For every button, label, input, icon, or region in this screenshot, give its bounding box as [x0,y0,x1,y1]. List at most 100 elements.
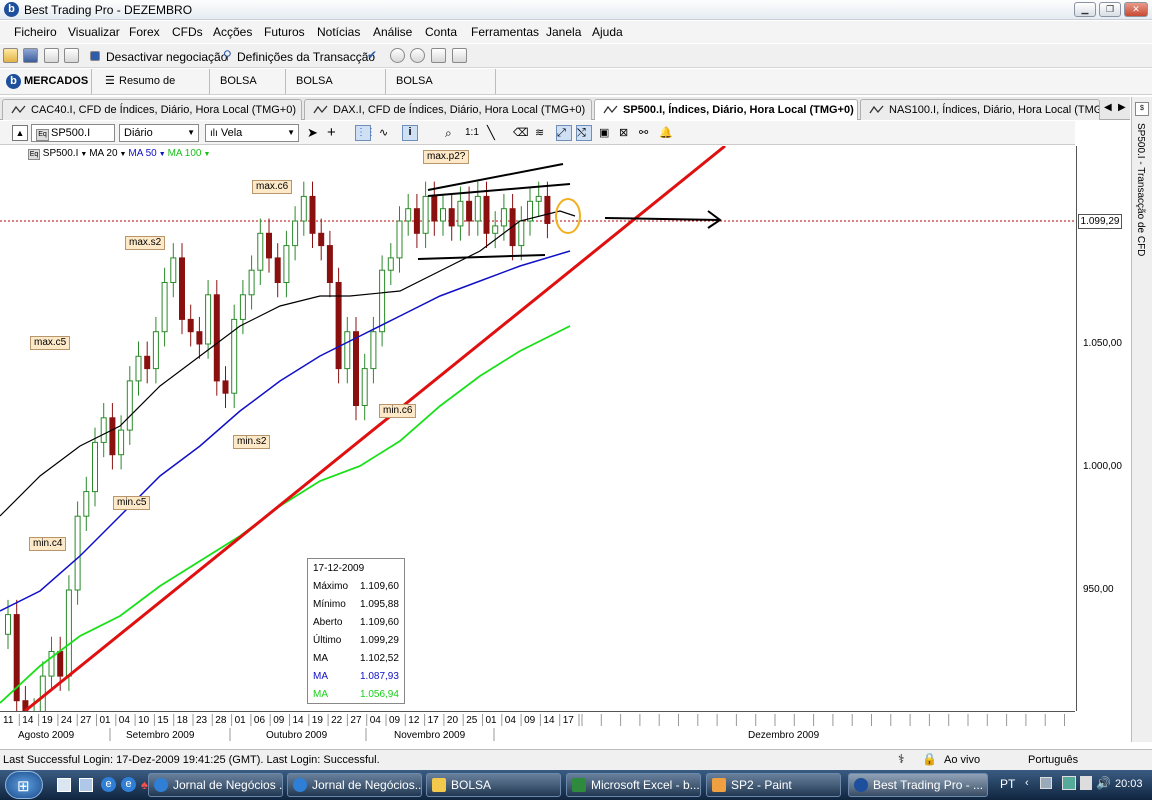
nav-bolsa-europa[interactable]: BOLSA EUROPA [286,69,386,112]
zoom-icon[interactable]: ⌕ [444,125,460,141]
tray-expand-icon[interactable]: ‹ [1025,777,1029,789]
candle-body [457,200,464,227]
open-folder-icon[interactable] [3,48,18,63]
grid-icon[interactable]: ⋮⋮ [355,125,376,141]
switch-windows-icon[interactable] [79,778,93,792]
tray-app-icon[interactable] [1040,777,1052,789]
menu-forex[interactable]: Forex [129,25,160,39]
link-icon[interactable]: ⚯ [638,125,654,141]
ie2-quicklaunch-icon[interactable]: e [121,777,136,792]
language-indicator[interactable]: PT [1000,777,1015,791]
info-value: 1.095,88 [360,599,399,610]
tray-device-icon[interactable] [1080,776,1092,790]
menu-futuros[interactable]: Futuros [264,25,305,39]
template-icon[interactable]: ⊠ [618,125,634,141]
home-icon[interactable] [431,48,446,63]
show-desktop-icon[interactable] [57,778,71,792]
chart-up-icon[interactable]: ▲ [12,125,28,141]
candle-body [318,232,325,247]
ie-quicklaunch-icon[interactable]: e [101,777,116,792]
app-quicklaunch-icon[interactable]: ♠ [141,777,148,792]
tab-sp500[interactable]: SP500.I, Índices, Diário, Hora Local (TM… [594,99,858,120]
symbol-field[interactable]: Eq SP500.I [31,124,115,142]
menu-conta[interactable]: Conta [425,25,457,39]
close-button[interactable]: ✕ [1124,2,1148,17]
refresh-icon[interactable] [452,48,467,63]
tab-scroll-left-icon[interactable]: ◀ [1104,102,1112,113]
tab-dax-label: DAX.I, CFD de Índices, Diário, Hora Loca… [333,104,586,116]
forward-icon[interactable] [410,48,425,63]
tab-nas100[interactable]: NAS100.I, Índices, Diário, Hora Local (T… [860,99,1100,120]
tray-network-icon[interactable] [1062,776,1076,790]
clock[interactable]: 20:03 [1115,778,1143,790]
nav-mercados-label: MERCADOS [24,75,89,87]
autoscale-icon[interactable]: ⤢ [556,125,572,141]
side-panel[interactable]: $ SP500.I - Transacção de CFD [1131,97,1152,742]
taskbar-item[interactable]: Jornal de Negócios... [287,773,422,797]
price-axis[interactable]: 1.099,29 1.050,00 1.000,00 950,00 [1076,146,1130,711]
check-icon[interactable]: ✔ [367,48,382,63]
menu-visualizar[interactable]: Visualizar [68,25,120,39]
menu-janela[interactable]: Janela [546,25,581,39]
date-tick-label: 04 [119,715,131,726]
taskbar-item[interactable]: Jornal de Negócios ... [148,773,283,797]
back-icon[interactable] [390,48,405,63]
alert-bell-icon[interactable]: 🔔 [658,125,674,141]
menu-cfds[interactable]: CFDs [172,25,203,39]
transaction-settings-button[interactable]: Definições da Transacção [237,50,375,64]
side-panel-icon[interactable]: $ [1135,102,1149,116]
save-icon[interactable] [23,48,38,63]
info-value: 1.087,93 [360,671,399,682]
tab-scroll-right-icon[interactable]: ▶ [1118,102,1126,113]
date-tick-label: 14 [543,715,555,726]
ratio-button[interactable]: 1:1 [464,125,480,141]
deactivate-trading-button[interactable]: Desactivar negociação [106,50,227,64]
nav-bolsa-usa[interactable]: BOLSA USA [210,69,286,112]
tab-cac40[interactable]: CAC40.I, CFD de Índices, Diário, Hora Lo… [2,99,302,120]
candle-body [326,245,333,283]
legend-ma50[interactable]: MA 50 [128,148,156,159]
cursor-icon[interactable]: ➤ [306,125,322,141]
current-price-label: 1.099,29 [1078,214,1122,229]
taskbar-item[interactable]: BOLSA [426,773,561,797]
style-select[interactable]: ılı Vela ▼ [205,124,299,142]
maximize-button[interactable]: ❐ [1099,2,1121,17]
taskbar-item[interactable]: Microsoft Excel - b... [566,773,701,797]
period-select[interactable]: Diário ▼ [119,124,199,142]
line-tool-icon[interactable]: ╲ [486,125,502,141]
nav-resumo-conta[interactable]: ☰ Resumo de Conta [93,69,210,112]
legend-ma20[interactable]: MA 20 [89,148,117,159]
eraser-icon[interactable]: ⌫ [512,125,529,141]
minimize-button[interactable]: ▁ [1074,2,1096,17]
date-tick-label: 17 [428,715,440,726]
taskbar-item[interactable]: SP2 - Paint [706,773,841,797]
indicator-icon[interactable]: ∿ [378,125,394,141]
price-chart[interactable]: Eq SP500.I ▼ MA 20 ▼ MA 50 ▼ MA 100 ▼ ma… [0,146,1075,711]
menu-analise[interactable]: Análise [373,25,412,39]
date-axis[interactable]: 11 14 19 24 27 01 04 10 15 18 23 28 01 06 09 14 19 22 27 04… [0,711,1075,741]
legend-symbol[interactable]: SP500.I [43,148,79,159]
tab-dax[interactable]: DAX.I, CFD de Índices, Diário, Hora Loca… [304,99,592,120]
crosshair-icon[interactable]: + [326,125,342,141]
date-tick-label: 17 [563,715,575,726]
print-icon[interactable] [64,48,79,63]
menu-ficheiro[interactable]: Ficheiro [14,25,57,39]
snapshot-icon[interactable]: ▣ [598,125,614,141]
nav-bolsa-portugal[interactable]: BOLSA PORTUGAL [386,69,496,112]
date-tick-label: 15 [157,715,169,726]
scroll-icon[interactable]: ⤭ [576,125,592,141]
volume-icon[interactable]: 🔊 [1096,776,1111,790]
candle-body [205,294,212,345]
nav-mercados[interactable]: b MERCADOS [0,69,92,94]
candle-body [440,208,446,222]
menu-ferramentas[interactable]: Ferramentas [471,25,539,39]
start-button[interactable]: ⊞ [5,771,43,799]
print-preview-icon[interactable] [44,48,59,63]
fibonacci-icon[interactable]: ≋ [534,125,550,141]
info-icon[interactable]: i [402,125,418,141]
legend-ma100[interactable]: MA 100 [168,148,202,159]
menu-noticias[interactable]: Notícias [317,25,360,39]
taskbar-item[interactable]: Best Trading Pro - ... [848,773,988,797]
menu-ajuda[interactable]: Ajuda [592,25,623,39]
menu-accoes[interactable]: Acções [213,25,252,39]
